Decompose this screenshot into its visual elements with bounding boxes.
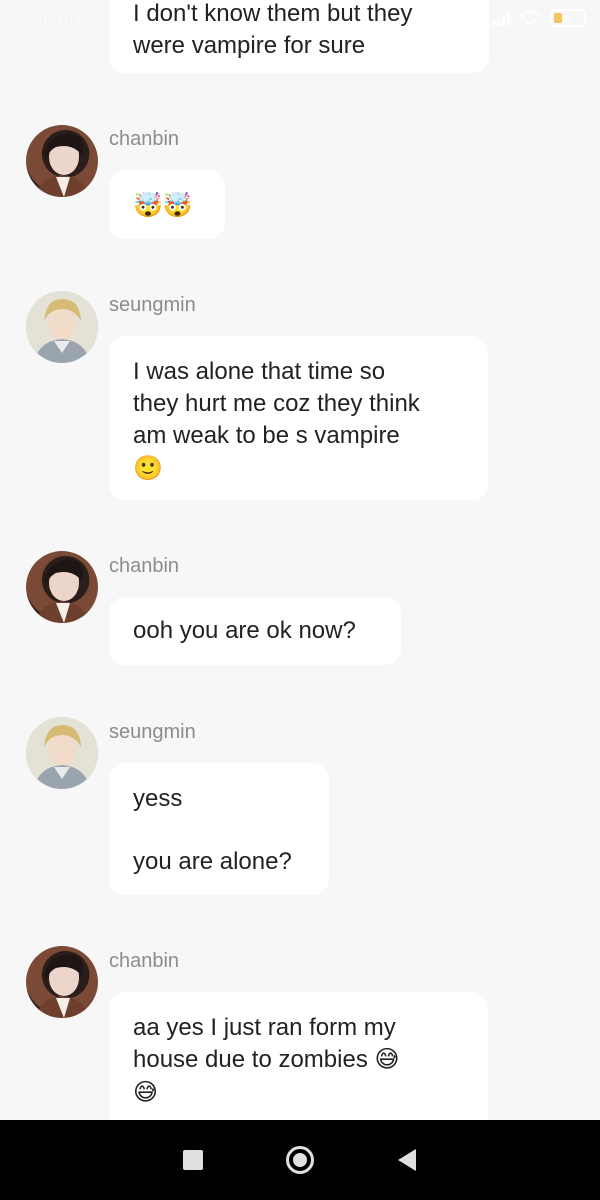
recent-apps-button[interactable]	[173, 1140, 213, 1180]
battery-fill	[554, 13, 562, 23]
message-line: 🤯🤯	[133, 191, 193, 219]
message-line: am weak to be s vampire	[133, 422, 400, 449]
navigation-bar	[0, 1120, 600, 1200]
message-line: aa yes I just ran form my	[133, 1014, 396, 1041]
avatar-seungmin[interactable]	[26, 717, 98, 789]
signal-icon	[492, 10, 510, 26]
message-line: 😅	[133, 1078, 159, 1106]
status-icons: 4	[492, 9, 586, 27]
sender-name: chanbin	[109, 555, 180, 577]
message-line: they hurt me coz they think	[133, 390, 420, 417]
home-icon	[285, 1146, 314, 1174]
back-button[interactable]	[387, 1140, 427, 1180]
message-bubble[interactable]: I don't know them but they were vampire …	[109, 0, 489, 73]
avatar-seungmin[interactable]	[26, 291, 98, 363]
message-line: I was alone that time so	[133, 358, 386, 385]
battery-level: 4	[564, 12, 572, 24]
recent-apps-icon	[183, 1150, 204, 1170]
avatar-image	[26, 717, 98, 789]
message-line: ooh you are ok now?	[133, 617, 356, 644]
avatar-chanbin[interactable]	[26, 125, 98, 197]
avatar-image	[36, 954, 90, 1018]
wifi-icon	[520, 10, 540, 26]
message-bubble[interactable]: yess you are alone?	[109, 763, 329, 895]
sender-name: chanbin	[109, 128, 180, 150]
message-bubble[interactable]: 🤯🤯	[109, 170, 225, 239]
chat-screen: 8:36 AM 4 I don't know them but they wer…	[0, 0, 600, 1200]
home-button[interactable]	[280, 1140, 320, 1180]
message-line: 🙂	[133, 454, 163, 482]
battery-icon: 4	[550, 9, 586, 27]
message-line: I don't know them but they	[133, 0, 413, 27]
message-line-empty	[133, 815, 305, 846]
sender-name: seungmin	[109, 721, 196, 743]
message-bubble[interactable]: aa yes I just ran form my house due to z…	[109, 992, 488, 1132]
sender-name: seungmin	[109, 294, 196, 316]
message-bubble[interactable]: ooh you are ok now?	[109, 597, 401, 665]
status-time: 8:36 AM	[18, 10, 85, 30]
avatar-image	[36, 133, 90, 197]
avatar-image	[26, 291, 98, 363]
message-bubble[interactable]: I was alone that time so they hurt me co…	[109, 336, 488, 500]
sender-name: chanbin	[109, 950, 180, 972]
avatar-chanbin[interactable]	[26, 946, 98, 1018]
message-line: you are alone?	[133, 848, 292, 875]
message-line: were vampire for sure	[133, 32, 366, 59]
avatar-image	[36, 559, 90, 623]
message-line: yess	[133, 785, 183, 812]
back-icon	[397, 1149, 416, 1171]
avatar-chanbin[interactable]	[26, 551, 98, 623]
message-line: house due to zombies 😅	[133, 1046, 400, 1073]
